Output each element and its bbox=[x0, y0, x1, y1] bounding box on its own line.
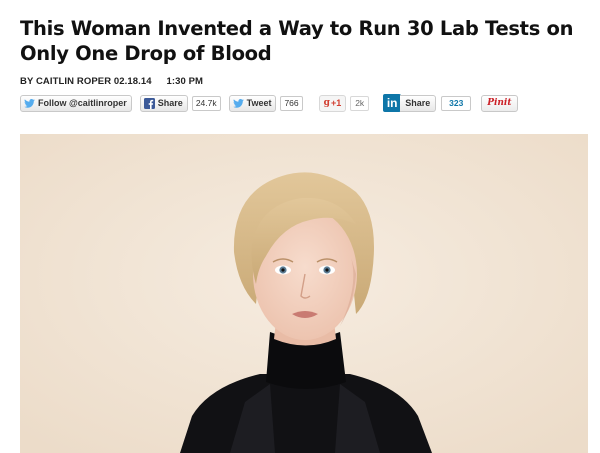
linkedin-share-label: Share bbox=[400, 94, 437, 112]
twitter-bird-icon bbox=[24, 98, 35, 108]
author-byline[interactable]: BY CAITLIN ROPER bbox=[20, 76, 111, 87]
google-plus-label: +1 bbox=[330, 98, 342, 108]
byline: BY CAITLIN ROPER 02.18.14 1:30 PM bbox=[20, 76, 203, 87]
publish-date: 02.18.14 bbox=[113, 76, 152, 87]
tweet-label: Tweet bbox=[246, 98, 272, 108]
linkedin-share-count: 323 bbox=[441, 95, 472, 111]
linkedin-share-button[interactable]: in Share bbox=[383, 94, 437, 112]
pinterest-pin-button[interactable]: Pinit bbox=[481, 94, 518, 112]
linkedin-icon: in bbox=[383, 94, 402, 112]
share-bar: Follow @caitlinroper Share 24.7k Tweet 7… bbox=[20, 94, 518, 112]
twitter-bird-icon bbox=[232, 98, 244, 108]
tweet-count: 766 bbox=[280, 95, 303, 111]
article-hero-photo bbox=[20, 134, 588, 453]
twitter-follow-label: Follow @caitlinroper bbox=[38, 98, 127, 108]
twitter-follow-button[interactable]: Follow @caitlinroper bbox=[20, 94, 132, 112]
facebook-share-label: Share bbox=[157, 98, 183, 108]
article-headline: This Woman Invented a Way to Run 30 Lab … bbox=[20, 17, 574, 65]
publish-time: 1:30 PM bbox=[166, 76, 204, 87]
facebook-share-button[interactable]: Share bbox=[139, 94, 188, 112]
google-plus-count: 2k bbox=[350, 95, 370, 111]
facebook-share-count: 24.7k bbox=[191, 95, 221, 111]
facebook-icon bbox=[143, 97, 155, 109]
pinterest-label: Pinit bbox=[487, 98, 512, 108]
tweet-button[interactable]: Tweet bbox=[228, 94, 277, 112]
google-plus-button[interactable]: g +1 bbox=[318, 94, 347, 112]
google-plus-icon: g bbox=[323, 98, 330, 108]
